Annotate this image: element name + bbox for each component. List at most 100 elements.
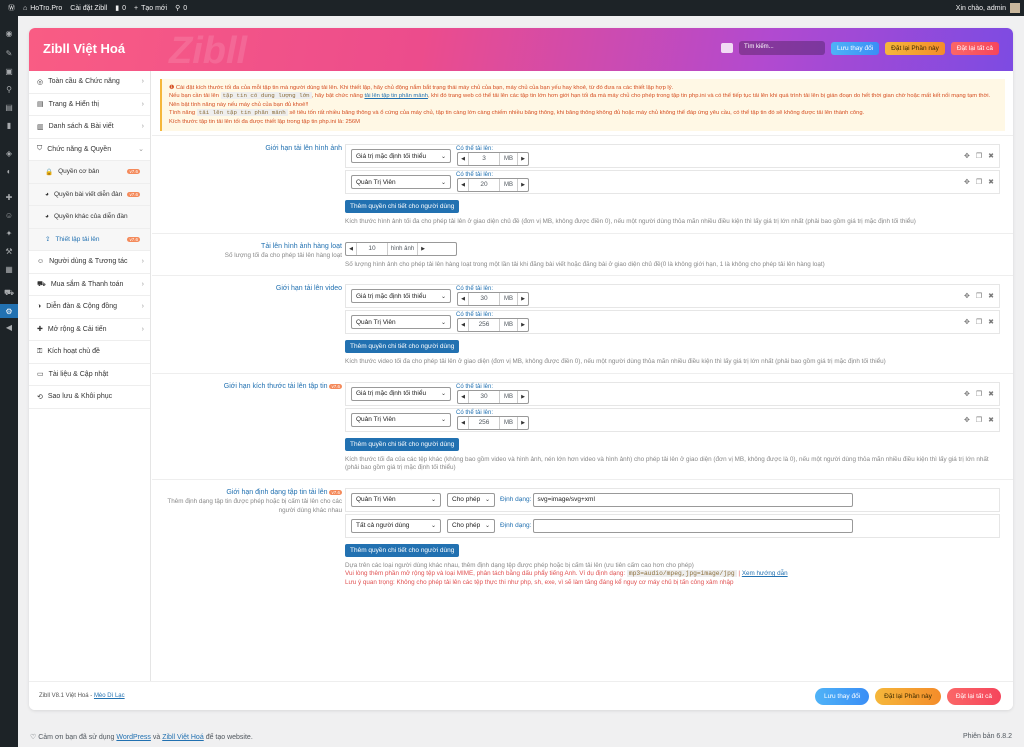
new-content-link[interactable]: + Tạo mới [134, 5, 167, 12]
size-stepper[interactable]: ◀ 30 MB ▶ [457, 389, 529, 404]
account-menu[interactable]: Xin chào, admin [956, 3, 1020, 13]
dashboard-icon[interactable]: ◉ [4, 28, 14, 38]
plugins-icon[interactable]: ✚ [4, 192, 14, 202]
reset-all-button[interactable]: Đặt lại tất cả [950, 41, 999, 55]
guide-link[interactable]: Xem hướng dẫn [742, 570, 788, 577]
comments-link[interactable]: ▮ 0 [115, 4, 126, 13]
nav-backup[interactable]: ⟲ Sao lưu & Khôi phục [29, 386, 150, 409]
copy-icon[interactable]: ❐ [976, 318, 982, 326]
copy-icon[interactable]: ❐ [976, 178, 982, 186]
role-select[interactable]: Quản Trị Viên ⌄ [351, 492, 441, 507]
cart-menu-icon[interactable]: ⛟ [4, 288, 14, 298]
author-link[interactable]: Mèo Dì Lạc [94, 693, 125, 699]
move-icon[interactable]: ✥ [964, 390, 970, 398]
increment-icon[interactable]: ▶ [518, 182, 528, 188]
move-icon[interactable]: ✥ [964, 292, 970, 300]
zibll-settings-icon[interactable]: ⚙ [0, 304, 18, 318]
size-stepper[interactable]: ◀ 20 MB ▶ [457, 178, 529, 193]
role-select[interactable]: Giá trị mặc định tối thiểu ⌄ [351, 149, 451, 164]
decrement-icon[interactable]: ◀ [458, 322, 468, 328]
wordpress-link[interactable]: WordPress [116, 734, 151, 741]
site-name-link[interactable]: ⌂ HoTro.Pro [23, 5, 62, 12]
move-icon[interactable]: ✥ [964, 152, 970, 160]
role-select[interactable]: Quản Trị Viên ⌄ [351, 315, 451, 330]
footer-reset-section-button[interactable]: Đặt lại Phần này [875, 688, 941, 705]
copy-icon[interactable]: ❐ [976, 416, 982, 424]
increment-icon[interactable]: ▶ [518, 322, 528, 328]
nav-activate[interactable]: ⚿ Kích hoạt chủ đề [29, 341, 150, 364]
batch-count-stepper[interactable]: ◀ 10 hình ảnh ▶ [345, 241, 457, 256]
format-input[interactable] [533, 518, 854, 533]
nav-global[interactable]: ◎ Toàn cầu & Chức năng › [29, 71, 150, 94]
increment-icon[interactable]: ▶ [418, 246, 428, 252]
links-menu-icon[interactable]: ⚲ [4, 84, 14, 94]
add-permission-button[interactable]: Thêm quyền chi tiết cho người dùng [345, 437, 460, 451]
reset-section-button[interactable]: Đặt lại Phần này [885, 41, 945, 55]
media-icon[interactable]: ▣ [4, 66, 14, 76]
increment-icon[interactable]: ▶ [518, 420, 528, 426]
decrement-icon[interactable]: ◀ [346, 246, 356, 252]
size-stepper[interactable]: ◀ 3 MB ▶ [457, 152, 529, 167]
posts-icon[interactable]: ✎ [4, 48, 14, 58]
copy-icon[interactable]: ❐ [976, 390, 982, 398]
role-select[interactable]: Tất cả người dùng ⌄ [351, 518, 441, 533]
size-stepper[interactable]: ◀ 256 MB ▶ [457, 318, 529, 333]
comments-menu-icon[interactable]: ▮ [4, 120, 14, 130]
search-input[interactable]: Tìm kiếm... [739, 41, 825, 55]
nav-upload-settings[interactable]: ⇪ Thiết lập tải lên v7.6 [29, 228, 150, 251]
decrement-icon[interactable]: ◀ [458, 182, 468, 188]
save-button[interactable]: Lưu thay đổi [831, 41, 880, 55]
delete-icon[interactable]: ✖ [988, 318, 994, 326]
add-permission-button[interactable]: Thêm quyền chi tiết cho người dùng [345, 340, 460, 354]
nav-forum-other-perms[interactable]: ◕ Quyền khác của diễn đàn [29, 206, 150, 229]
nav-basic-perms[interactable]: 🔒 Quyền cơ bản v7.6 [29, 161, 150, 184]
nav-users[interactable]: ☺ Người dùng & Tương tác › [29, 251, 150, 274]
wordpress-logo-icon[interactable]: Ⓦ [8, 3, 15, 13]
delete-icon[interactable]: ✖ [988, 390, 994, 398]
decrement-icon[interactable]: ◀ [458, 156, 468, 162]
delete-icon[interactable]: ✖ [988, 292, 994, 300]
nav-docs[interactable]: ▭ Tài liệu & Cập nhật [29, 364, 150, 386]
decrement-icon[interactable]: ◀ [458, 420, 468, 426]
increment-icon[interactable]: ▶ [518, 156, 528, 162]
copy-icon[interactable]: ❐ [976, 292, 982, 300]
move-icon[interactable]: ✥ [964, 178, 970, 186]
nav-forum-post-perms[interactable]: ◕ Quyền bài viết diễn đàn v7.6 [29, 183, 150, 206]
delete-icon[interactable]: ✖ [988, 152, 994, 160]
role-select[interactable]: Quản Trị Viên ⌄ [351, 175, 451, 190]
add-permission-button[interactable]: Thêm quyền chi tiết cho người dùng [345, 200, 460, 214]
increment-icon[interactable]: ▶ [518, 394, 528, 400]
copy-icon[interactable]: ❐ [976, 152, 982, 160]
install-link[interactable]: Cài đặt Zibll [70, 5, 107, 12]
expand-all-icon[interactable] [721, 43, 733, 53]
size-stepper[interactable]: ◀ 256 MB ▶ [457, 415, 529, 430]
nav-functions[interactable]: ⛉ Chức năng & Quyền ⌄ [29, 139, 150, 161]
users-icon[interactable]: ☺ [4, 210, 14, 220]
permission-select[interactable]: Cho phép ⌄ [447, 518, 495, 533]
size-stepper[interactable]: ◀ 30 MB ▶ [457, 292, 529, 307]
nav-lists[interactable]: ▥ Danh sách & Bài viết › [29, 116, 150, 139]
links-link[interactable]: ⚲ 0 [175, 4, 187, 13]
role-select[interactable]: Giá trị mặc định tối thiểu ⌄ [351, 386, 451, 401]
nav-extend[interactable]: ✚ Mở rộng & Cải tiến › [29, 319, 150, 341]
delete-icon[interactable]: ✖ [988, 416, 994, 424]
format-input[interactable]: svg=image/svg+xml [533, 492, 854, 507]
appearance-icon[interactable]: ◐ [4, 166, 14, 176]
feedback-icon[interactable]: ◈ [4, 148, 14, 158]
footer-reset-all-button[interactable]: Đặt lại tất cả [946, 688, 1001, 705]
wrench-icon[interactable]: ⚒ [4, 246, 14, 256]
zibll-link[interactable]: Zibll Việt Hoá [162, 734, 204, 741]
nav-pages[interactable]: ▤ Trang & Hiển thị › [29, 94, 150, 116]
permission-select[interactable]: Cho phép ⌄ [447, 492, 495, 507]
increment-icon[interactable]: ▶ [518, 296, 528, 302]
settings-icon[interactable]: ▦ [4, 264, 14, 274]
footer-save-button[interactable]: Lưu thay đổi [815, 688, 870, 705]
tools-icon[interactable]: ✦ [4, 228, 14, 238]
decrement-icon[interactable]: ◀ [458, 296, 468, 302]
add-permission-button[interactable]: Thêm quyền chi tiết cho người dùng [345, 543, 460, 557]
nav-forum[interactable]: ◑ Diễn đàn & Cộng đồng › [29, 296, 150, 319]
move-icon[interactable]: ✥ [964, 318, 970, 326]
pages-icon[interactable]: ▤ [4, 102, 14, 112]
role-select[interactable]: Quản Trị Viên ⌄ [351, 412, 451, 427]
delete-icon[interactable]: ✖ [988, 178, 994, 186]
